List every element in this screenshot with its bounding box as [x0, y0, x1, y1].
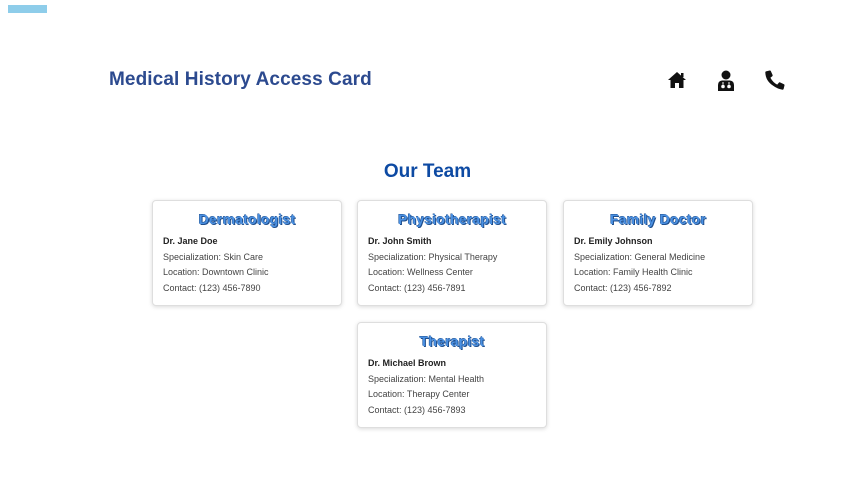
card-location: Location: Therapy Center: [368, 389, 470, 399]
card-specialization: Specialization: General Medicine: [574, 251, 706, 262]
home-icon[interactable]: [667, 69, 687, 91]
team-card-dermatologist: Dermatologist Dr. Jane Doe Specializatio…: [152, 200, 342, 306]
top-accent-bar: [8, 5, 47, 13]
card-role: Therapist: [419, 333, 485, 349]
card-contact: Contact: (123) 456-7892: [574, 282, 672, 293]
card-contact: Contact: (123) 456-7890: [163, 282, 261, 293]
card-contact: Contact: (123) 456-7893: [368, 404, 466, 415]
card-location: Location: Downtown Clinic: [163, 267, 269, 277]
card-specialization: Specialization: Physical Therapy: [368, 251, 498, 262]
team-card-therapist: Therapist Dr. Michael Brown Specializati…: [357, 322, 547, 428]
page-title: Medical History Access Card: [109, 69, 372, 90]
card-doctor-name: Dr. Emily Johnson: [574, 236, 653, 246]
card-location: Location: Family Health Clinic: [574, 267, 693, 277]
phone-icon[interactable]: [765, 69, 785, 91]
card-location: Location: Wellness Center: [368, 267, 473, 277]
card-specialization: Specialization: Skin Care: [163, 251, 264, 262]
doctor-icon[interactable]: [716, 69, 736, 91]
card-doctor-name: Dr. Jane Doe: [163, 236, 218, 246]
team-card-family-doctor: Family Doctor Dr. Emily Johnson Speciali…: [563, 200, 753, 306]
header-nav: [667, 69, 785, 91]
card-role: Dermatologist: [198, 211, 296, 227]
team-section-title: Our Team: [383, 161, 472, 182]
card-specialization: Specialization: Mental Health: [368, 373, 485, 384]
page: Medical History Access Card Our Team Der…: [0, 0, 855, 495]
card-doctor-name: Dr. John Smith: [368, 236, 432, 246]
card-role: Physiotherapist: [397, 211, 507, 227]
card-contact: Contact: (123) 456-7891: [368, 282, 466, 293]
card-doctor-name: Dr. Michael Brown: [368, 358, 447, 368]
card-role: Family Doctor: [610, 211, 706, 227]
team-card-physiotherapist: Physiotherapist Dr. John Smith Specializ…: [357, 200, 547, 306]
